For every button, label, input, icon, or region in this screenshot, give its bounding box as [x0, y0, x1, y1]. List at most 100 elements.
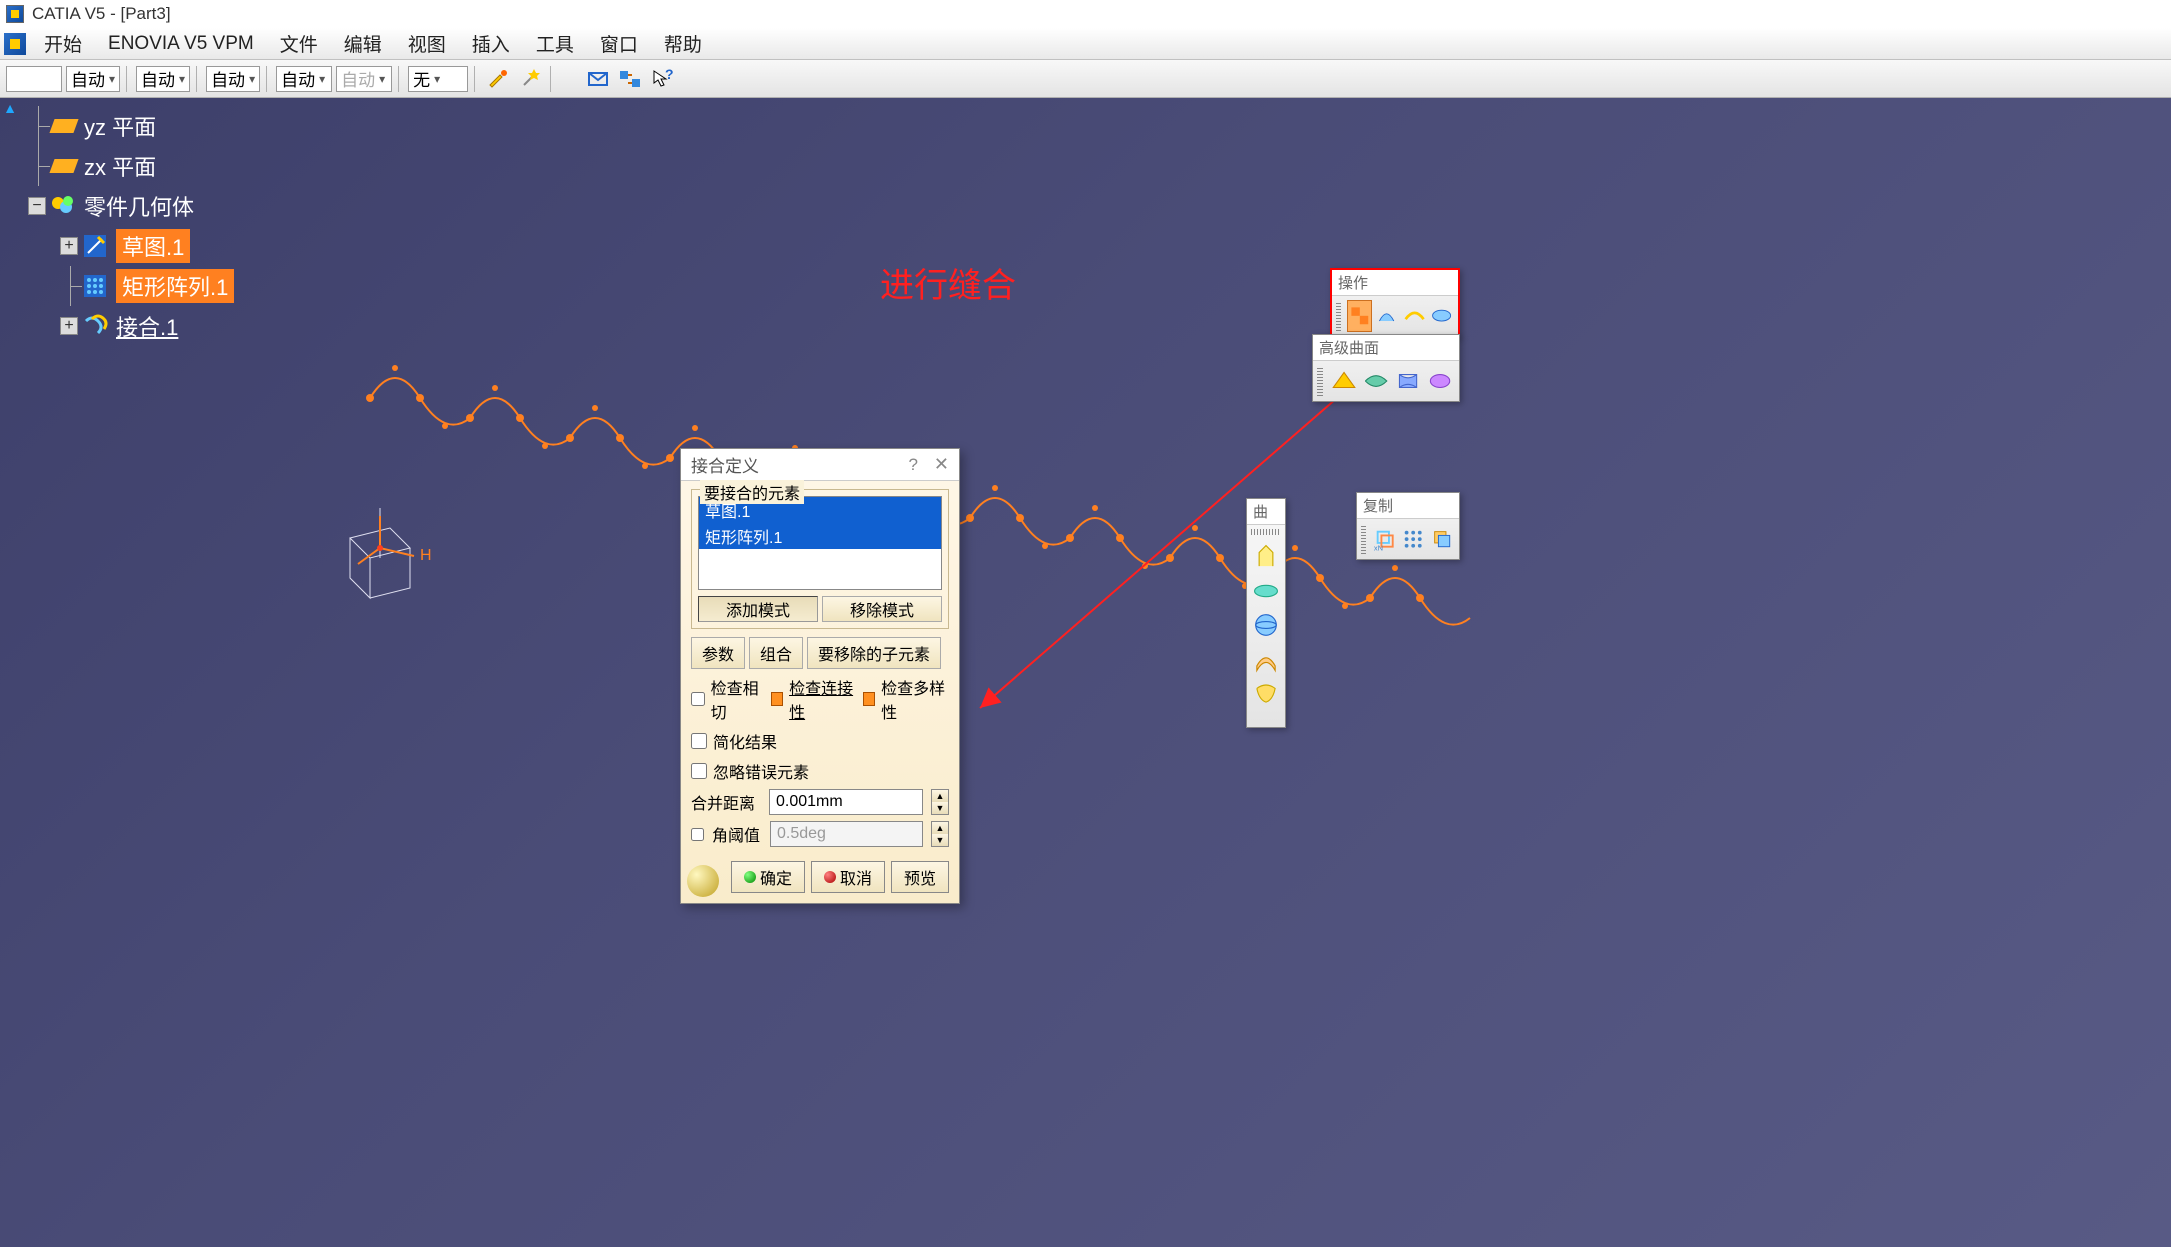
check-angle-threshold[interactable]: [691, 828, 704, 841]
toolbar-separator: [550, 66, 554, 92]
toolbar-separator: [398, 66, 402, 92]
toolbar-separator: [126, 66, 130, 92]
help-cursor-icon[interactable]: ?: [648, 65, 676, 93]
tab-parameters[interactable]: 参数: [691, 637, 745, 669]
tree-item-join1[interactable]: + 接合.1: [28, 306, 234, 346]
sketch-icon: [82, 233, 108, 259]
toolbar-separator: [196, 66, 200, 92]
dropdown-2[interactable]: 自动: [136, 66, 190, 92]
revolve-surface-icon[interactable]: [1250, 575, 1282, 607]
add-mode-button[interactable]: 添加模式: [698, 596, 818, 622]
collapse-icon[interactable]: −: [28, 197, 46, 215]
merge-distance-input[interactable]: 0.001mm: [769, 789, 923, 815]
elements-list[interactable]: 草图.1 矩形阵列.1: [698, 496, 942, 590]
bump-surface-icon[interactable]: [1329, 365, 1359, 397]
sphere-surface-icon[interactable]: [1250, 609, 1282, 641]
cancel-button[interactable]: 取消: [811, 861, 885, 893]
dialog-close-button[interactable]: ✕: [934, 454, 949, 475]
menu-enovia[interactable]: ENOVIA V5 VPM: [96, 29, 266, 59]
menu-start[interactable]: 开始: [32, 26, 94, 61]
viewport-3d[interactable]: yz 平面 zx 平面 − 零件几何体 + 草图.1 矩形阵列.1: [0, 98, 2171, 1247]
join-definition-dialog: 接合定义 ? ✕ 要接合的元素 草图.1 矩形阵列.1 添加模式 移除模式 参数…: [680, 448, 960, 904]
window-titlebar: CATIA V5 - [Part3]: [0, 0, 2171, 28]
envelope-icon[interactable]: [584, 65, 612, 93]
specification-tree: yz 平面 zx 平面 − 零件几何体 + 草图.1 矩形阵列.1: [28, 106, 234, 346]
dropdown-1[interactable]: 自动: [66, 66, 120, 92]
check-tangency[interactable]: [691, 691, 705, 707]
check-manifold-indicator[interactable]: [863, 692, 875, 706]
brush-icon[interactable]: [484, 65, 512, 93]
expand-icon[interactable]: +: [60, 237, 78, 255]
tree-collapse-handle[interactable]: [0, 98, 20, 118]
menu-bar: 开始 ENOVIA V5 VPM 文件 编辑 视图 插入 工具 窗口 帮助: [0, 28, 2171, 60]
svg-text:?: ?: [665, 67, 674, 82]
toolbar-drag-handle[interactable]: [1317, 366, 1323, 396]
dialog-help-button[interactable]: ?: [908, 455, 917, 475]
dropdown-4[interactable]: 自动: [276, 66, 332, 92]
replicate-toolbar[interactable]: 复制 xN: [1356, 492, 1460, 560]
color-input[interactable]: [6, 66, 62, 92]
menu-insert[interactable]: 插入: [460, 26, 522, 61]
tree-item-partbody[interactable]: − 零件几何体: [28, 186, 234, 226]
extrude-surface-icon[interactable]: [1250, 541, 1282, 573]
curve-smooth-icon[interactable]: [1402, 300, 1427, 332]
healing-tool-icon[interactable]: [1374, 300, 1399, 332]
dropdown-5[interactable]: 自动: [336, 66, 392, 92]
dropdown-3[interactable]: 自动: [206, 66, 260, 92]
menu-window[interactable]: 窗口: [588, 26, 650, 61]
swap-icon[interactable]: [616, 65, 644, 93]
duplicate-icon[interactable]: [1429, 523, 1455, 555]
check-simplify[interactable]: [691, 733, 707, 749]
sweep-surface-icon[interactable]: [1250, 643, 1282, 675]
menu-tools[interactable]: 工具: [524, 26, 586, 61]
menu-view[interactable]: 视图: [396, 26, 458, 61]
advanced-surface-toolbar[interactable]: 高级曲面: [1312, 334, 1460, 402]
tree-item-sketch1[interactable]: + 草图.1: [28, 226, 234, 266]
wrap-curve-icon[interactable]: [1361, 365, 1391, 397]
tree-item-yz-plane[interactable]: yz 平面: [28, 106, 234, 146]
pattern-icon: [82, 273, 108, 299]
tree-item-rectpattern1[interactable]: 矩形阵列.1: [28, 266, 234, 306]
app-icon: [6, 5, 24, 23]
merge-distance-spinner[interactable]: ▲▼: [931, 789, 949, 815]
operations-toolbar[interactable]: 操作: [1330, 268, 1460, 338]
dialog-titlebar[interactable]: 接合定义 ? ✕: [681, 449, 959, 481]
object-repetition-icon[interactable]: xN: [1372, 523, 1398, 555]
app-menu-icon[interactable]: [4, 33, 26, 55]
untrim-tool-icon[interactable]: [1429, 300, 1454, 332]
side-toolbar[interactable]: 曲: [1246, 498, 1286, 728]
remove-mode-button[interactable]: 移除模式: [822, 596, 942, 622]
toolbar-drag-handle[interactable]: [1336, 301, 1341, 331]
join-tool-icon[interactable]: [1347, 300, 1373, 332]
plane-icon: [49, 159, 78, 173]
annotation-arrow: [960, 368, 1400, 728]
tab-federation[interactable]: 组合: [749, 637, 803, 669]
check-connexity-indicator[interactable]: [771, 692, 783, 706]
join-icon: [82, 313, 108, 339]
dropdown-6[interactable]: 无: [408, 66, 468, 92]
list-item[interactable]: 矩形阵列.1: [699, 523, 941, 549]
toolbar-separator: [266, 66, 270, 92]
wand-icon[interactable]: [516, 65, 544, 93]
expand-icon[interactable]: +: [60, 317, 78, 335]
tab-subelements[interactable]: 要移除的子元素: [807, 637, 941, 669]
menu-help[interactable]: 帮助: [652, 26, 714, 61]
toolbar-drag-handle[interactable]: [1251, 529, 1281, 535]
partbody-icon: [50, 193, 76, 219]
tree-item-zx-plane[interactable]: zx 平面: [28, 146, 234, 186]
menu-file[interactable]: 文件: [268, 26, 330, 61]
axis-label: H: [420, 547, 432, 564]
ok-button[interactable]: 确定: [731, 861, 805, 893]
fill-surface-icon[interactable]: [1250, 677, 1282, 709]
shape-morph-icon[interactable]: [1425, 365, 1455, 397]
pattern-icon[interactable]: [1400, 523, 1426, 555]
preview-button[interactable]: 预览: [891, 861, 949, 893]
toolbar-drag-handle[interactable]: [1361, 524, 1366, 554]
wrap-surface-icon[interactable]: [1393, 365, 1423, 397]
ok-icon: [744, 871, 756, 883]
angle-threshold-input: 0.5deg: [770, 821, 923, 847]
menu-edit[interactable]: 编辑: [332, 26, 394, 61]
check-ignore-errors[interactable]: [691, 763, 707, 779]
axis-compass[interactable]: H: [330, 498, 440, 608]
svg-text:xN: xN: [1374, 543, 1383, 552]
